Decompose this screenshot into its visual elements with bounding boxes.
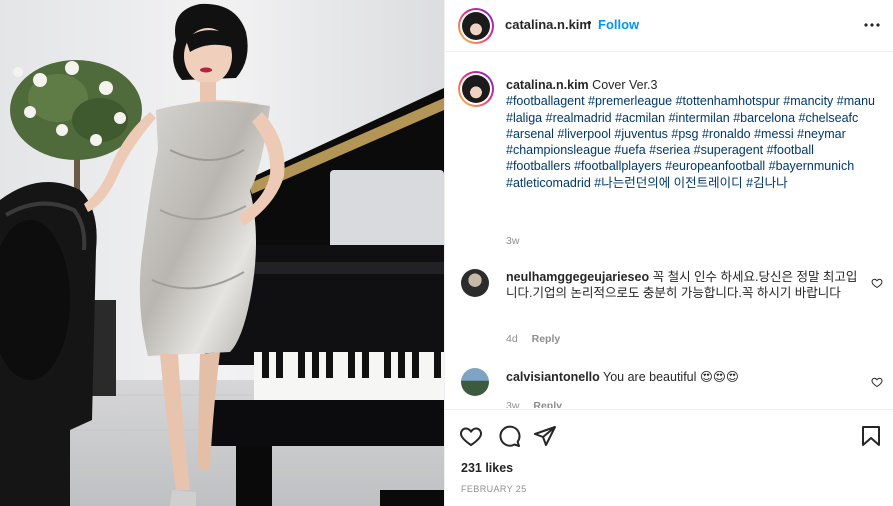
reply-button[interactable]: Reply xyxy=(533,400,562,408)
comment-meta: 3w Reply xyxy=(506,400,573,408)
comment-like-heart-icon[interactable] xyxy=(871,277,883,289)
caption-timestamp[interactable]: 3w xyxy=(506,235,519,247)
post-image xyxy=(0,0,444,506)
comment-timestamp[interactable]: 4d xyxy=(506,333,518,345)
comment-text: neulhamggegeujarieseo 꼭 철시 인수 하세요.당신은 정말… xyxy=(506,269,868,302)
comments-scroll-area[interactable]: catalina.n.kim Cover Ver.3 #footballagen… xyxy=(445,53,893,408)
follow-button[interactable]: Follow xyxy=(598,17,639,32)
likes-count[interactable]: 231 likes xyxy=(461,461,513,475)
post-header: catalina.n.kim • Follow xyxy=(445,0,893,52)
comment-like-heart-icon[interactable] xyxy=(871,376,883,388)
caption-avatar[interactable] xyxy=(458,71,494,107)
post-date: FEBRUARY 25 xyxy=(461,484,527,494)
action-bar xyxy=(445,409,893,457)
post-panel: catalina.n.kim • Follow catalina.n.kim C… xyxy=(444,0,893,506)
post-caption: catalina.n.kim Cover Ver.3 #footballagen… xyxy=(506,77,876,191)
commenter-username[interactable]: neulhamggegeujarieseo xyxy=(506,270,649,284)
comment-meta: 4d Reply xyxy=(506,333,571,345)
post-photo[interactable] xyxy=(0,0,444,506)
comment-icon[interactable] xyxy=(497,424,521,448)
author-username[interactable]: catalina.n.kim xyxy=(505,17,591,32)
commenter-avatar[interactable] xyxy=(461,269,489,297)
author-avatar[interactable] xyxy=(458,8,494,44)
more-horizontal-icon[interactable] xyxy=(863,16,881,34)
comment-text: calvisiantonello You are beautiful 😍😍😍 xyxy=(506,369,868,385)
comment-timestamp[interactable]: 3w xyxy=(506,400,519,408)
caption-title: Cover Ver.3 xyxy=(592,78,658,92)
separator-dot: • xyxy=(587,15,592,30)
commenter-avatar[interactable] xyxy=(461,368,489,396)
caption-hashtags[interactable]: #footballagent #premerleague #tottenhamh… xyxy=(506,94,875,189)
comment-body: You are beautiful 😍😍😍 xyxy=(603,370,739,384)
heart-icon[interactable] xyxy=(459,424,483,448)
caption-username[interactable]: catalina.n.kim xyxy=(506,78,589,92)
share-icon[interactable] xyxy=(533,424,557,448)
commenter-username[interactable]: calvisiantonello xyxy=(506,370,600,384)
reply-button[interactable]: Reply xyxy=(532,333,561,345)
bookmark-icon[interactable] xyxy=(859,424,883,448)
